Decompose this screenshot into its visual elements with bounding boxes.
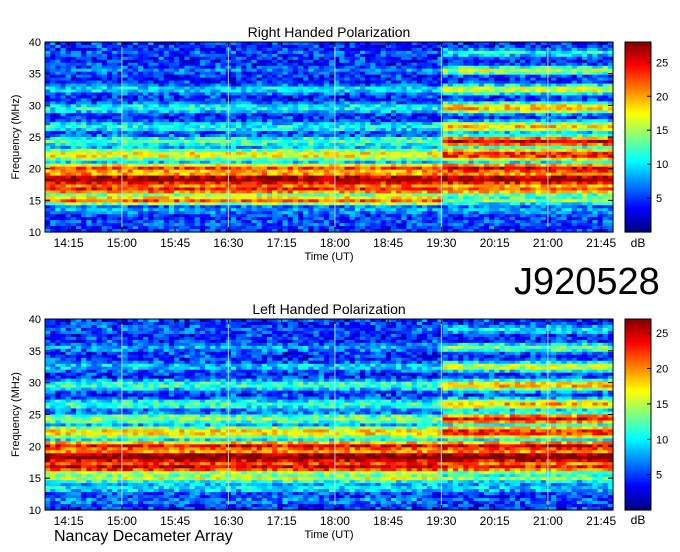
spectrogram-panel-1: Right Handed Polarization10152025303540F… — [10, 24, 668, 263]
spectrogram-cells — [45, 42, 614, 233]
